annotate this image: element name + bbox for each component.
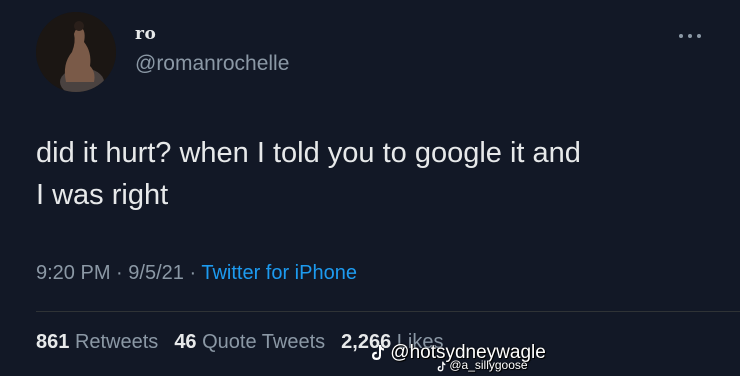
more-dot: [688, 34, 692, 38]
tweet-time[interactable]: 9:20 PM: [36, 262, 110, 284]
watermark-secondary: @a_sillygoose: [437, 358, 528, 372]
meta-separator: ·: [116, 262, 123, 284]
tiktok-icon: [437, 361, 446, 372]
retweets-link[interactable]: 861 Retweets: [36, 331, 158, 353]
more-horizontal-icon: [679, 34, 683, 38]
display-name[interactable]: ro: [135, 24, 156, 44]
tweet-card: ro @romanrochelle did it hurt? when I to…: [0, 0, 740, 376]
divider: [36, 311, 740, 312]
tiktok-icon: [372, 345, 384, 360]
more-options-button[interactable]: [672, 30, 708, 42]
tweet-date[interactable]: 9/5/21: [128, 262, 184, 284]
avatar-image: [36, 12, 116, 92]
retweets-count: 861: [36, 331, 70, 353]
tweet-metadata: 9:20 PM · 9/5/21 · Twitter for iPhone: [36, 262, 357, 285]
more-dot: [697, 34, 701, 38]
tweet-text: did it hurt? when I told you to google i…: [36, 137, 581, 211]
watermark-secondary-handle: @a_sillygoose: [449, 358, 528, 372]
retweets-label: Retweets: [74, 331, 159, 353]
quote-tweets-link[interactable]: 46 Quote Tweets: [174, 331, 325, 353]
user-handle[interactable]: @romanrochelle: [135, 52, 289, 76]
quotes-label: Quote Tweets: [202, 331, 326, 353]
avatar[interactable]: [36, 12, 116, 92]
quotes-count: 46: [174, 331, 197, 353]
tweet-source-link[interactable]: Twitter for iPhone: [201, 262, 357, 284]
meta-separator: ·: [189, 262, 197, 284]
